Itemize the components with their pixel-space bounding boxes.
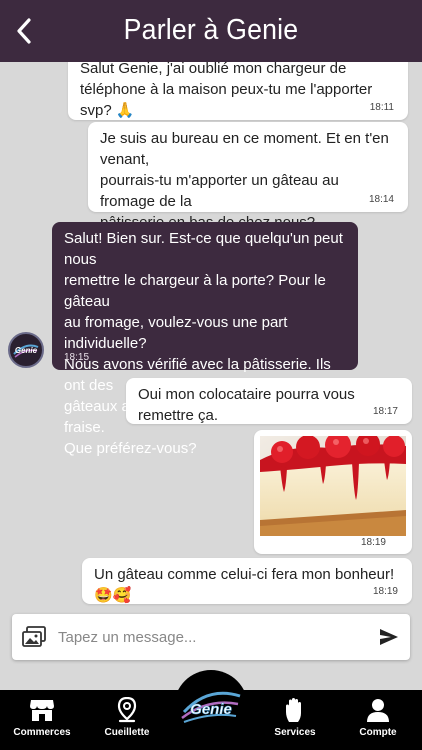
tab-label: Services bbox=[274, 727, 316, 738]
user-icon bbox=[366, 697, 390, 723]
store-icon bbox=[29, 697, 55, 723]
message-outgoing: Oui mon colocataire pourra vous remettre… bbox=[126, 378, 412, 424]
message-time: 18:17 bbox=[372, 406, 398, 417]
tab-services[interactable]: Services bbox=[260, 690, 330, 750]
message-time: 18:11 bbox=[369, 102, 394, 113]
message-outgoing: Je suis au bureau en ce moment. Et en t'… bbox=[88, 122, 408, 231]
chat-header: Parler à Genie bbox=[0, 0, 422, 62]
tab-compte[interactable]: Compte bbox=[343, 690, 413, 750]
svg-text:Genie: Genie bbox=[190, 701, 232, 718]
image-message[interactable]: 18:19 bbox=[254, 430, 412, 554]
message-text: Oui mon colocataire pourra vous remettre… bbox=[138, 386, 355, 424]
message-incoming: Salut! Bien sur. Est-ce que quelqu'un pe… bbox=[52, 222, 358, 457]
message-text: Un gâteau comme celui-ci fera mon bonheu… bbox=[94, 566, 395, 604]
message-time: 18:15 bbox=[64, 352, 90, 363]
genie-logo-icon: Genie bbox=[181, 691, 241, 723]
page-title: Parler à Genie bbox=[123, 14, 299, 46]
location-pin-icon bbox=[116, 697, 138, 723]
message-text: Je suis au bureau en ce moment. Et en t'… bbox=[100, 130, 389, 231]
tab-commerces[interactable]: Commerces bbox=[7, 690, 77, 750]
tab-label: Cueillette bbox=[104, 727, 150, 738]
message-composer bbox=[12, 614, 410, 660]
message-list[interactable]: Salut Genie, j'ai oublié mon chargeur de… bbox=[0, 62, 422, 610]
hand-icon bbox=[283, 697, 307, 723]
svg-text:Genie: Genie bbox=[15, 346, 38, 355]
genie-home-button[interactable]: Genie bbox=[174, 670, 248, 744]
message-outgoing: Salut Genie, j'ai oublié mon chargeur de… bbox=[68, 62, 408, 120]
message-outgoing: Un gâteau comme celui-ci fera mon bonheu… bbox=[82, 558, 412, 604]
message-time: 18:19 bbox=[372, 586, 398, 597]
gallery-icon[interactable] bbox=[22, 626, 46, 653]
genie-logo-icon: Genie bbox=[11, 335, 41, 365]
tab-cueillette[interactable]: Cueillette bbox=[92, 690, 162, 750]
message-text: Salut Genie, j'ai oublié mon chargeur de… bbox=[80, 62, 373, 119]
avatar: Genie bbox=[8, 332, 44, 368]
tab-label: Compte bbox=[359, 727, 397, 738]
message-time: 18:14 bbox=[368, 194, 394, 205]
tab-label: Commerces bbox=[13, 727, 71, 738]
message-time: 18:19 bbox=[360, 537, 386, 548]
cheesecake-image bbox=[260, 432, 406, 536]
send-icon[interactable] bbox=[378, 626, 400, 653]
message-input[interactable] bbox=[58, 624, 358, 650]
